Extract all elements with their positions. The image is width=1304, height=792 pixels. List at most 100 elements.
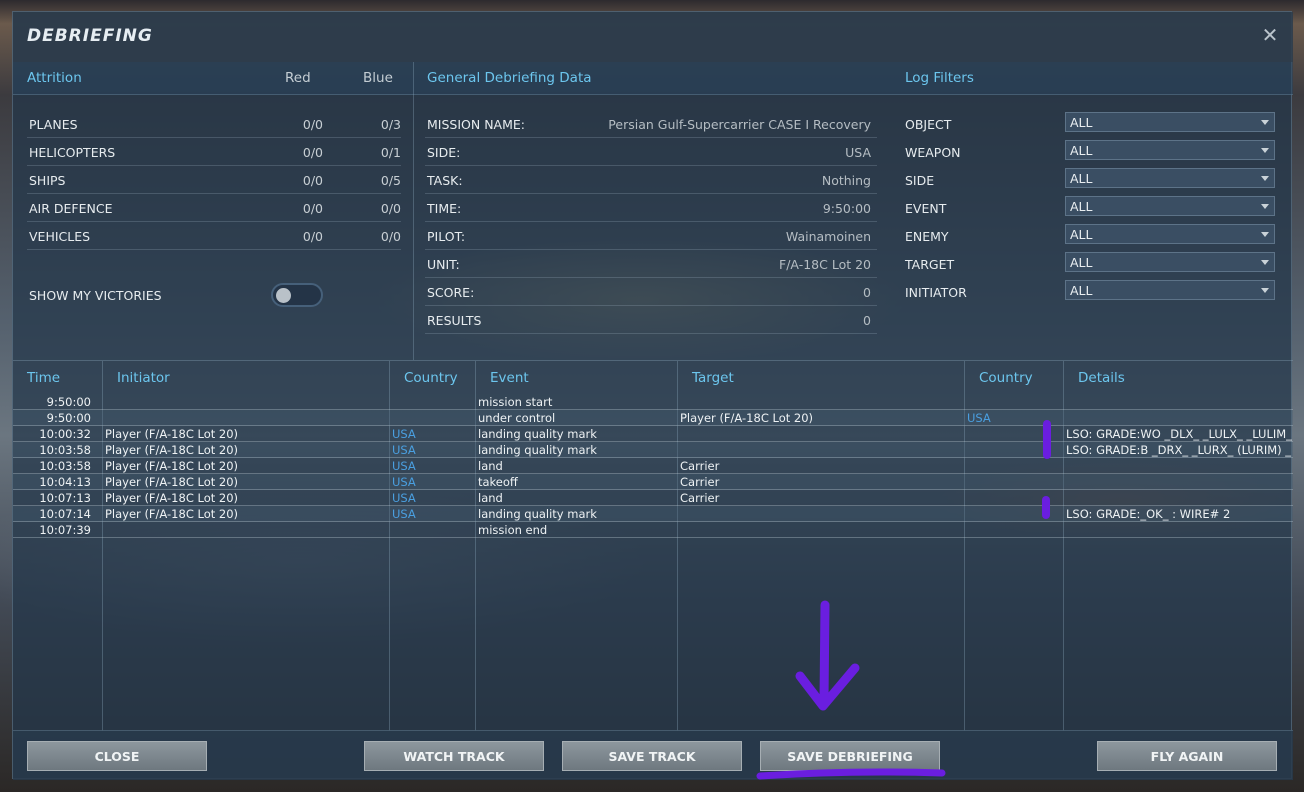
general-data-value: F/A-18C Lot 20 <box>779 257 871 272</box>
log-time: 10:03:58 <box>39 443 91 457</box>
red-value: 0/0 <box>302 145 323 160</box>
attrition-label: HELICOPTERS <box>29 145 116 160</box>
filter-dropdown-initiator[interactable]: ALL <box>1065 280 1275 300</box>
blue-column-header: Blue <box>363 70 393 86</box>
general-data-label: TASK: <box>427 173 463 188</box>
filter-value: ALL <box>1070 143 1093 158</box>
filter-label: ENEMY <box>905 225 1055 247</box>
table-row[interactable]: 10:07:39 mission end <box>13 522 1293 538</box>
log-time: 10:03:58 <box>39 459 91 473</box>
log-initiator: Player (F/A-18C Lot 20) <box>105 475 239 489</box>
filter-dropdown-side[interactable]: ALL <box>1065 168 1275 188</box>
general-data-title: General Debriefing Data <box>427 70 592 86</box>
log-target: Carrier <box>680 475 720 489</box>
filter-name: ENEMY <box>905 229 949 244</box>
log-time: 10:07:39 <box>39 523 91 537</box>
debriefing-window: DEBRIEFING ✕ Attrition Red Blue General … <box>12 11 1293 780</box>
close-button[interactable]: CLOSE <box>27 741 207 771</box>
filter-name: SIDE <box>905 173 935 188</box>
log-country: USA <box>392 459 416 473</box>
table-row[interactable]: 10:03:58 Player (F/A-18C Lot 20) USA land Ca… <box>13 458 1293 474</box>
log-country: USA <box>392 427 416 441</box>
log-target: Carrier <box>680 491 720 505</box>
show-my-victories-toggle[interactable] <box>271 283 323 307</box>
chevron-down-icon <box>1261 232 1269 237</box>
general-data-header: General Debriefing Data <box>413 62 891 95</box>
log-event: under control <box>478 411 556 425</box>
general-data-row: PILOT: Wainamoinen <box>425 222 877 250</box>
title-bar: DEBRIEFING ✕ <box>13 12 1293 62</box>
red-value: 0/0 <box>302 173 323 188</box>
log-details: LSO: GRADE:_OK_ : WIRE# 2 <box>1066 507 1231 521</box>
filter-value: ALL <box>1070 115 1093 130</box>
general-data-value: 9:50:00 <box>822 201 871 216</box>
table-row[interactable]: 10:00:32 Player (F/A-18C Lot 20) USA landin… <box>13 426 1293 442</box>
chevron-down-icon <box>1261 176 1269 181</box>
log-column-header: Initiator <box>117 370 170 386</box>
save-debriefing-button[interactable]: SAVE DEBRIEFING <box>760 741 940 771</box>
close-icon[interactable]: ✕ <box>1259 24 1281 46</box>
blue-value: 0/1 <box>380 145 401 160</box>
attrition-header: Attrition Red Blue <box>13 62 413 95</box>
general-data-row: SIDE: USA <box>425 138 877 166</box>
chevron-down-icon <box>1261 148 1269 153</box>
table-row[interactable]: 9:50:00 mission start <box>13 394 1293 410</box>
filter-dropdown-weapon[interactable]: ALL <box>1065 140 1275 160</box>
watch-track-button[interactable]: WATCH TRACK <box>364 741 544 771</box>
log-filters-title: Log Filters <box>905 70 974 86</box>
filter-dropdown-enemy[interactable]: ALL <box>1065 224 1275 244</box>
log-event: landing quality mark <box>478 443 597 457</box>
filter-value: ALL <box>1070 255 1093 270</box>
log-column-header: Event <box>490 370 529 386</box>
attrition-row: VEHICLES 0/0 0/0 <box>27 222 401 250</box>
log-column-header: Target <box>692 370 734 386</box>
filter-dropdown-object[interactable]: ALL <box>1065 112 1275 132</box>
log-country: USA <box>392 507 416 521</box>
log-details: LSO: GRADE:WO _DLX_ _LULX_ _LULIM_ <box>1066 427 1292 441</box>
table-row[interactable]: 9:50:00 under control Player (F/A-18C Lot … <box>13 410 1293 426</box>
log-event: takeoff <box>478 475 518 489</box>
log-time: 10:04:13 <box>39 475 91 489</box>
filter-name: EVENT <box>905 201 947 216</box>
log-filters-header: Log Filters <box>891 62 1293 95</box>
chevron-down-icon <box>1261 288 1269 293</box>
log-time: 9:50:00 <box>46 411 91 425</box>
filter-label: TARGET <box>905 253 1055 275</box>
log-target: Player (F/A-18C Lot 20) <box>680 411 814 425</box>
log-details: LSO: GRADE:B _DRX_ _LURX_ (LURIM) _D <box>1066 443 1292 457</box>
general-data-value: Wainamoinen <box>785 229 871 244</box>
filter-label: SIDE <box>905 169 1055 191</box>
general-data-label: UNIT: <box>427 257 460 272</box>
log-event: landing quality mark <box>478 507 597 521</box>
chevron-down-icon <box>1261 120 1269 125</box>
general-data-value: Nothing <box>821 173 871 188</box>
general-data-row: MISSION NAME: Persian Gulf-Supercarrier C… <box>425 110 877 138</box>
general-data-value: USA <box>845 145 871 160</box>
table-row[interactable]: 10:07:14 Player (F/A-18C Lot 20) USA landin… <box>13 506 1293 522</box>
general-data-label: MISSION NAME: <box>427 117 525 132</box>
table-row[interactable]: 10:04:13 Player (F/A-18C Lot 20) USA takeof… <box>13 474 1293 490</box>
log-time: 10:07:13 <box>39 491 91 505</box>
log-initiator: Player (F/A-18C Lot 20) <box>105 459 239 473</box>
attrition-title: Attrition <box>27 70 82 86</box>
log-column-header: Details <box>1078 370 1125 386</box>
save-track-button[interactable]: SAVE TRACK <box>562 741 742 771</box>
table-row[interactable]: 10:07:13 Player (F/A-18C Lot 20) USA land Ca… <box>13 490 1293 506</box>
filter-dropdown-event[interactable]: ALL <box>1065 196 1275 216</box>
log-event: landing quality mark <box>478 427 597 441</box>
log-time: 10:00:32 <box>39 427 91 441</box>
chevron-down-icon <box>1261 260 1269 265</box>
log-column-header: Country <box>979 370 1033 386</box>
general-data-row: TASK: Nothing <box>425 166 877 194</box>
fly-again-button[interactable]: FLY AGAIN <box>1097 741 1277 771</box>
table-row[interactable]: 10:03:58 Player (F/A-18C Lot 20) USA landin… <box>13 442 1293 458</box>
blue-value: 0/0 <box>380 201 401 216</box>
filter-name: OBJECT <box>905 117 952 132</box>
button-bar: CLOSE WATCH TRACK SAVE TRACK SAVE DEBRIE… <box>13 730 1293 780</box>
attrition-label: AIR DEFENCE <box>29 201 113 216</box>
attrition-row: HELICOPTERS 0/0 0/1 <box>27 138 401 166</box>
attrition-label: VEHICLES <box>29 229 91 244</box>
filter-dropdown-target[interactable]: ALL <box>1065 252 1275 272</box>
log-event: land <box>478 491 503 505</box>
attrition-row: AIR DEFENCE 0/0 0/0 <box>27 194 401 222</box>
